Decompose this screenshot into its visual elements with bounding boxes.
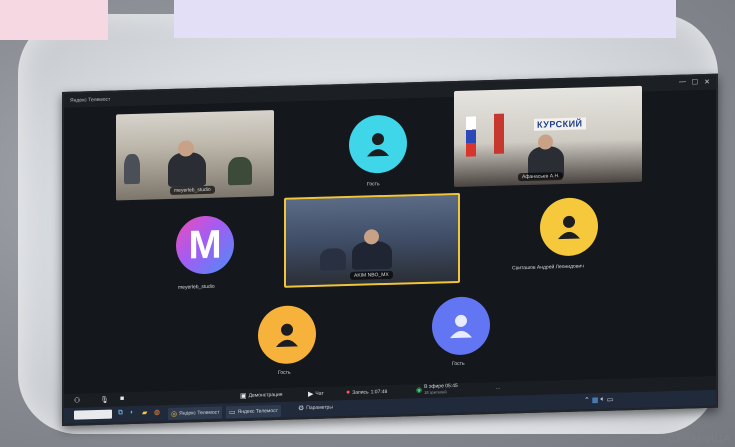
window-title: Яндекс Телемост [70, 96, 111, 104]
page-watermark: СТРАНИЦА [667, 433, 731, 445]
participant-tile-avatar[interactable]: Свиташов Андрей Леонидович [484, 187, 660, 282]
pink-header-block [0, 0, 108, 40]
participant-name: Гость [278, 369, 291, 376]
minimize-button[interactable]: — [679, 79, 686, 86]
participant-name: meyerleb_studio [170, 185, 215, 195]
record-label: Запись [352, 388, 369, 396]
participant-grid: meyerleb_studio Гость КУРСКИЙ Афанасьев … [64, 85, 716, 394]
record-icon: ● [346, 388, 351, 397]
participant-name: Гость [367, 181, 380, 188]
tray-volume-icon: 🔈︎ [600, 395, 605, 403]
chrome-icon: ◎ [171, 410, 178, 418]
russian-flag [466, 116, 476, 157]
participant-tile-avatar[interactable]: Гость [394, 291, 544, 375]
taskbar-app-tab[interactable]: ▭ Яндекс Телемост [226, 404, 281, 419]
user-avatar-icon [258, 304, 316, 365]
record-button[interactable]: ● Запись 1:07:48 [346, 388, 387, 396]
user-avatar-icon [540, 197, 598, 257]
lavender-header-bar [174, 0, 676, 38]
participant-tile-video[interactable]: КУРСКИЙ Афанасьев А.Н. [454, 85, 642, 188]
person-figure [168, 151, 206, 188]
participant-name: Свиташов Андрей Леонидович [512, 263, 584, 272]
close-button[interactable]: ✕ [704, 78, 710, 86]
taskbar-app-label: Яндекс Телемост [237, 407, 278, 416]
chat-label: Чат [315, 390, 324, 397]
monitor-screen: Яндекс Телемост — ☐ ✕ meyerleb_studio Го… [62, 73, 718, 426]
tray-arrow-icon: ⌃ [584, 397, 590, 405]
person-figure [352, 240, 392, 270]
user-avatar-icon [349, 114, 407, 174]
person-silhouette-icon [558, 215, 580, 240]
screen-share-icon: ▣ [240, 392, 247, 401]
user-avatar-letter: M [176, 215, 234, 275]
participant-name: Афанасьев А.Н. [518, 171, 564, 182]
participant-name: Гость [452, 360, 465, 368]
tray-battery-icon: ▭ [606, 396, 614, 404]
participant-tile-active-speaker[interactable]: AKIM NBO_MX [284, 192, 460, 288]
firefox-icon[interactable]: ◍ [154, 408, 160, 416]
person-figure [228, 156, 252, 186]
taskbar-settings-tab[interactable]: ⚙ Параметры [298, 403, 333, 412]
participant-tile-avatar[interactable]: Гость [292, 105, 468, 196]
system-tray[interactable]: ⌃ ▦ 🔈︎ ▭ [584, 396, 613, 405]
microphone-icon[interactable]: 🎙︎ [100, 396, 109, 404]
building-sign: КУРСКИЙ [534, 117, 586, 131]
user-avatar-icon [432, 296, 490, 356]
chat-button[interactable]: ▶ Чат [308, 390, 324, 398]
person-silhouette-icon [367, 133, 389, 157]
more-options-button[interactable]: ... [496, 385, 500, 391]
viewer-count: 18 зрителей [424, 389, 447, 395]
participant-tile-avatar[interactable]: Гость [224, 300, 364, 384]
person-figure [320, 248, 346, 271]
live-stream-icon: ◉ [416, 386, 423, 395]
person-silhouette-icon [276, 323, 298, 348]
participant-name: AKIM NBO_MX [350, 270, 393, 280]
screen-share-button[interactable]: ▣ Демонстрация [240, 391, 283, 400]
taskbar-browser-label: Яндекс Телемост [179, 409, 220, 417]
maximize-button[interactable]: ☐ [692, 78, 698, 86]
person-figure [124, 153, 140, 185]
red-flag [494, 113, 504, 154]
person-silhouette-icon [450, 314, 472, 339]
gear-icon: ⚙ [298, 405, 305, 413]
taskbar-search-input[interactable] [74, 409, 112, 420]
participants-icon[interactable]: ⚇ [74, 396, 80, 404]
taskbar-settings-label: Параметры [306, 404, 333, 412]
participant-name: meyerleb_studio [178, 283, 215, 291]
app-icon: ▭ [229, 409, 236, 417]
explorer-icon[interactable]: ▰ [142, 409, 147, 417]
chat-icon: ▶ [308, 390, 314, 399]
record-timer: 1:07:48 [370, 388, 388, 395]
live-stream-button[interactable]: ◉ В эфире 05:45 18 зрителей [416, 383, 458, 395]
tray-network-icon: ▦ [591, 397, 599, 405]
edge-icon[interactable]: ◐ [130, 409, 134, 416]
participant-tile-avatar[interactable]: M meyerleb_studio [144, 202, 294, 296]
screen-share-label: Демонстрация [248, 391, 283, 399]
participant-tile-video[interactable]: meyerleb_studio [116, 110, 274, 201]
task-view-icon[interactable]: ⧉ [118, 409, 123, 417]
camera-icon[interactable]: ■ [120, 395, 124, 402]
taskbar-browser-tab[interactable]: ◎ Яндекс Телемост [168, 406, 223, 421]
